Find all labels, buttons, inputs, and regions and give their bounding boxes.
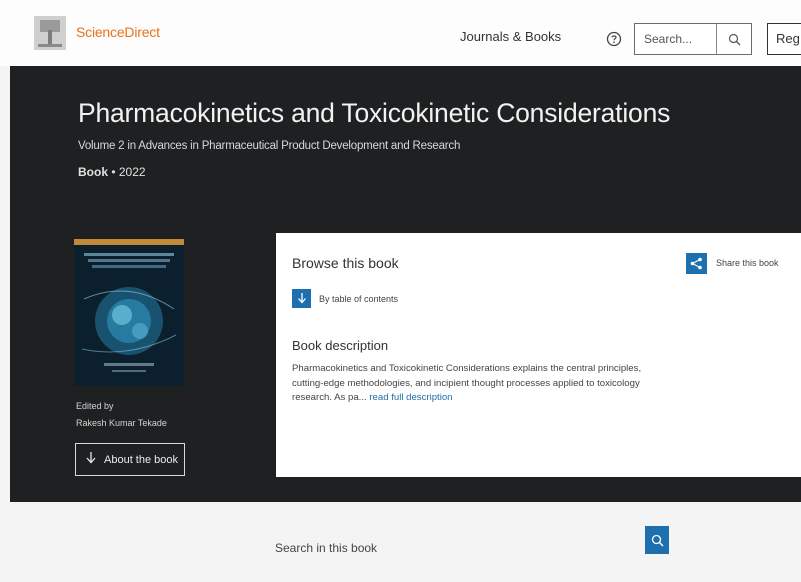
browse-panel: Browse this book Share this book By tabl…	[276, 233, 801, 477]
search-icon[interactable]	[717, 24, 751, 54]
arrow-down-icon	[86, 452, 96, 467]
book-year: 2022	[118, 165, 146, 179]
search-in-book-input[interactable]: Search in this book	[275, 541, 377, 555]
search-in-book-button[interactable]	[645, 526, 669, 554]
journals-books-link[interactable]: Journals & Books	[460, 29, 561, 44]
elsevier-tree-logo-icon[interactable]	[32, 14, 68, 52]
browse-title: Browse this book	[292, 255, 399, 271]
book-title: Pharmacokinetics and Toxicokinetic Consi…	[78, 98, 671, 128]
about-the-book-label: About the book	[104, 453, 179, 466]
top-navigation: ScienceDirect Journals & Books Search...…	[0, 0, 801, 66]
book-description-text: Pharmacokinetics and Toxicokinetic Consi…	[292, 363, 642, 403]
site-search[interactable]: Search...	[634, 23, 752, 55]
editor-name[interactable]: Rakesh Kumar Tekade	[76, 418, 167, 428]
search-icon	[651, 534, 663, 546]
register-button[interactable]: Reg	[767, 23, 801, 55]
table-of-contents-icon[interactable]	[292, 289, 311, 308]
help-icon[interactable]	[606, 31, 622, 47]
read-full-description-link[interactable]: read full description	[369, 392, 452, 403]
share-icon[interactable]	[686, 253, 707, 274]
about-the-book-button[interactable]: About the book	[75, 443, 185, 476]
site-search-input[interactable]: Search...	[635, 24, 717, 54]
book-description-heading: Book description	[292, 338, 389, 353]
table-of-contents-link[interactable]: By table of contents	[319, 294, 398, 304]
series-subtitle[interactable]: Volume 2 in Advances in Pharmaceutical P…	[78, 140, 460, 152]
share-this-book-link[interactable]: Share this book	[716, 258, 779, 268]
book-type-year: Book • 2022	[78, 165, 146, 179]
edited-by-label: Edited by	[76, 401, 114, 411]
book-cover-image[interactable]	[74, 239, 184, 386]
brand-name[interactable]: ScienceDirect	[76, 24, 160, 40]
book-type: Book	[78, 165, 108, 179]
